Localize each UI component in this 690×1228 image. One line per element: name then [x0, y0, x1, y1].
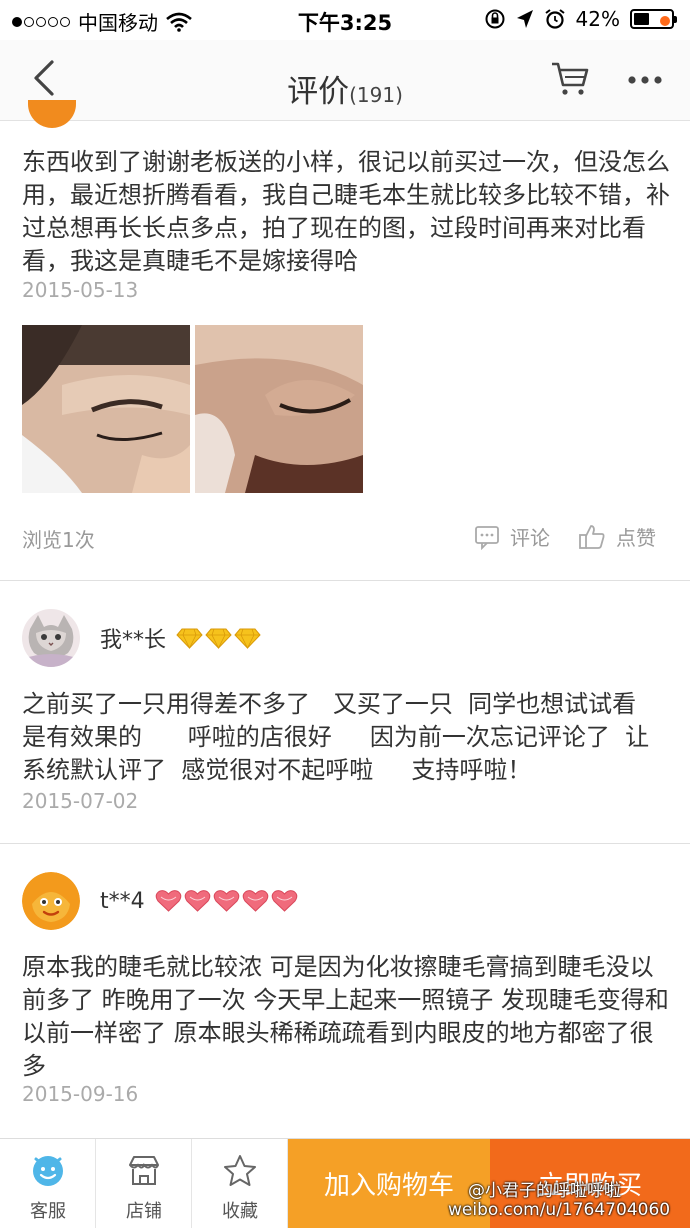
- alarm-icon: [544, 9, 565, 29]
- customer-service-icon: [33, 1156, 63, 1186]
- customer-service-label: 客服: [30, 1201, 66, 1222]
- comment-button[interactable]: 评论: [474, 522, 550, 551]
- review-count: (191): [349, 83, 403, 107]
- review-photo[interactable]: [22, 325, 190, 493]
- reviewer-row: 我**长: [22, 609, 261, 667]
- favorite-button[interactable]: 收藏: [192, 1139, 288, 1228]
- rotation-lock-icon: [485, 9, 505, 29]
- star-icon: [224, 1155, 256, 1186]
- review-text: 之前买了一只用得差不多了 又买了一只 同学也想试试看 是有效果的 呼啦的店很好 …: [22, 690, 660, 784]
- shop-button[interactable]: 店铺: [96, 1139, 192, 1228]
- review-date: 2015-07-02: [22, 789, 139, 813]
- review-date: 2015-05-13: [22, 278, 139, 302]
- diamond-icon: [205, 628, 232, 649]
- view-count: 浏览1次: [22, 528, 95, 552]
- watermark-handle: @小君子的呼啦呼啦: [468, 1181, 621, 1201]
- divider: [0, 843, 690, 844]
- avatar[interactable]: [22, 609, 80, 667]
- heart-icon: [184, 890, 210, 912]
- review-date: 2015-09-16: [22, 1082, 139, 1106]
- reviewer-row: t**4: [22, 872, 298, 930]
- divider: [0, 580, 690, 581]
- comment-label: 评论: [510, 526, 550, 550]
- nav-bar: 评价(191): [0, 40, 690, 121]
- more-icon[interactable]: [624, 58, 668, 98]
- heart-icon: [213, 890, 239, 912]
- reviewer-rank: [176, 627, 261, 649]
- like-button[interactable]: 点赞: [578, 522, 656, 551]
- review-text: 原本我的睫毛就比较浓 可是因为化妆擦睫毛膏搞到睫毛没以前多了 昨晚用了一次 今天…: [22, 953, 669, 1080]
- reviewer-name: t**4: [100, 888, 145, 914]
- diamond-icon: [234, 628, 261, 649]
- favorite-label: 收藏: [222, 1201, 258, 1222]
- watermark-url: weibo.com/u/1764704060: [448, 1200, 671, 1220]
- heart-icon: [271, 890, 297, 912]
- heart-icon: [242, 890, 268, 912]
- review-photo[interactable]: [195, 325, 363, 493]
- review-footer: 浏览1次 评论 点赞: [22, 522, 668, 554]
- avatar: [28, 100, 76, 128]
- page-title-text: 评价: [287, 74, 350, 110]
- review-text: 东西收到了谢谢老板送的小样，很记以前买过一次，但没怎么用，最近想折腾看看，我自己…: [22, 148, 670, 275]
- customer-service-button[interactable]: 客服: [0, 1139, 96, 1228]
- cart-icon[interactable]: [550, 58, 590, 98]
- avatar[interactable]: [22, 872, 80, 930]
- notification-dot: [660, 16, 670, 26]
- battery-percent: 42%: [575, 7, 620, 31]
- like-label: 点赞: [616, 526, 656, 550]
- location-icon: [516, 10, 533, 28]
- shop-icon: [129, 1156, 159, 1185]
- comment-icon: [475, 525, 499, 550]
- heart-icon: [155, 890, 181, 912]
- shop-label: 店铺: [126, 1201, 162, 1222]
- thumbs-up-icon: [579, 524, 605, 549]
- reviewer-name: 我**长: [100, 628, 167, 653]
- reviewer-rank: [155, 889, 298, 913]
- add-to-cart-label: 加入购物车: [323, 1171, 454, 1201]
- status-bar: 中国移动 下午3:25 42%: [0, 0, 690, 40]
- diamond-icon: [176, 628, 203, 649]
